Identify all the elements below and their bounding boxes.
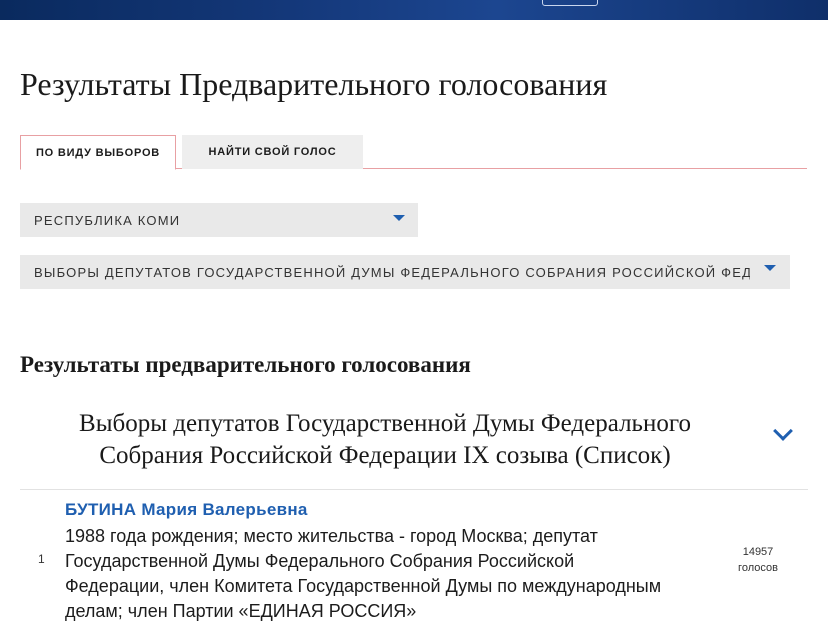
top-banner [0,0,828,20]
candidate-votes-count: 14957 [742,546,774,558]
page-title: Результаты Предварительного голосования [20,66,608,102]
region-select[interactable]: РЕСПУБЛИКА КОМИ [20,203,418,237]
tab-bar: по виду выборов найти свой голос [20,135,807,170]
candidate-description: 1988 года рождения; место жительства - г… [65,526,662,621]
candidate-name[interactable]: БУТИНА Мария Валерьевна [65,500,308,520]
election-select[interactable]: ВЫБОРЫ ДЕПУТАТОВ ГОСУДАРСТВЕННОЙ ДУМЫ ФЕ… [20,255,790,289]
top-banner-button[interactable] [542,0,598,6]
results-section-title: Результаты предварительного голосования [20,352,471,377]
candidate-votes: 14957 голосов [728,544,788,576]
tab-by-election-type[interactable]: по виду выборов [20,135,176,170]
election-accordion-title: Выборы депутатов Государственной Думы Фе… [79,410,691,469]
chevron-down-icon[interactable] [773,421,793,441]
region-select-value: РЕСПУБЛИКА КОМИ [34,212,181,228]
caret-down-icon [764,265,776,271]
caret-down-icon [393,215,405,221]
candidate-votes-label: голосов [738,562,778,574]
tab-find-your-vote[interactable]: найти свой голос [182,135,363,169]
candidate-row: 1 БУТИНА Мария Валерьевна 1988 года рожд… [20,497,808,632]
candidate-number: 1 [38,552,45,566]
election-accordion[interactable]: Выборы депутатов Государственной Думы Фе… [20,406,808,490]
election-select-value: ВЫБОРЫ ДЕПУТАТОВ ГОСУДАРСТВЕННОЙ ДУМЫ ФЕ… [34,264,750,280]
